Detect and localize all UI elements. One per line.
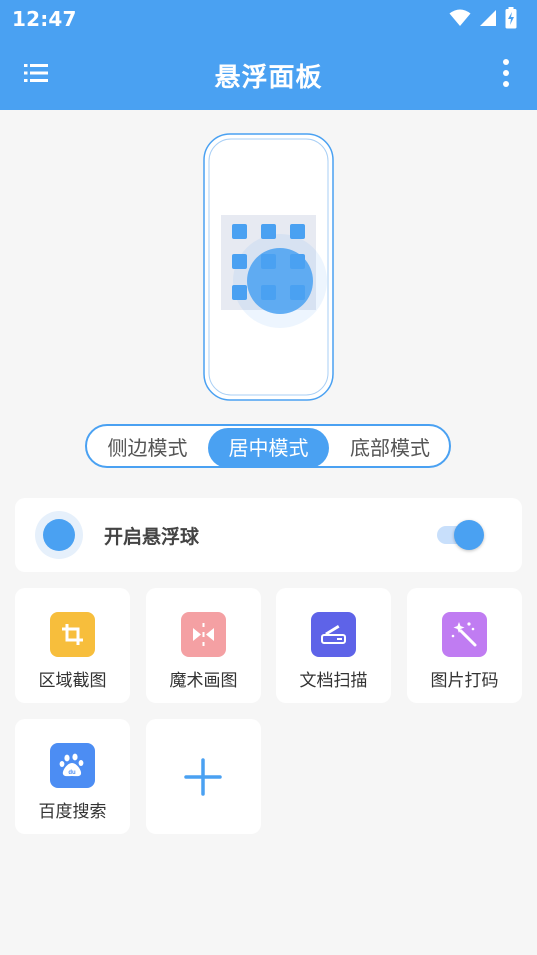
floating-ball-toggle[interactable] [435, 520, 485, 550]
tool-label: 区域截图 [38, 671, 107, 691]
mode-preview-illustration [203, 133, 334, 401]
floating-ball-card: 开启悬浮球 [15, 498, 522, 572]
more-options-button[interactable] [501, 58, 511, 88]
tool-document-scan[interactable]: 文档扫描 [276, 588, 391, 703]
status-icons [449, 6, 517, 30]
baidu-paw-icon: du [50, 743, 95, 788]
more-vertical-icon [503, 59, 509, 87]
wifi-icon [449, 9, 471, 26]
signal-icon [480, 10, 496, 26]
status-time: 12:47 [12, 7, 77, 31]
svg-text:du: du [68, 770, 76, 776]
scanner-icon [311, 612, 356, 657]
floating-ball-icon [35, 511, 83, 559]
magic-wand-icon [442, 612, 487, 657]
tool-label: 百度搜索 [38, 802, 107, 822]
tool-magic-draw[interactable]: 魔术画图 [146, 588, 261, 703]
tool-baidu-search[interactable]: du 百度搜索 [15, 719, 130, 834]
floating-ball-label: 开启悬浮球 [104, 526, 200, 548]
tool-label: 文档扫描 [299, 671, 368, 691]
plus-icon [184, 758, 222, 796]
tool-label: 图片打码 [430, 671, 499, 691]
mode-selector: 侧边模式 居中模式 底部模式 [85, 424, 451, 468]
battery-charging-icon [505, 7, 517, 29]
toggle-thumb [454, 520, 484, 550]
magic-draw-icon [181, 612, 226, 657]
mode-center[interactable]: 居中模式 [208, 428, 329, 468]
crop-icon [50, 612, 95, 657]
app-bar: 悬浮面板 [0, 36, 537, 110]
status-bar: 12:47 [0, 0, 537, 36]
mode-side[interactable]: 侧边模式 [89, 428, 206, 468]
page-title: 悬浮面板 [214, 63, 323, 93]
mode-bottom[interactable]: 底部模式 [331, 428, 449, 468]
tool-image-mosaic[interactable]: 图片打码 [407, 588, 522, 703]
tool-area-screenshot[interactable]: 区域截图 [15, 588, 130, 703]
tool-label: 魔术画图 [169, 671, 238, 691]
add-tool-button[interactable] [146, 719, 261, 834]
